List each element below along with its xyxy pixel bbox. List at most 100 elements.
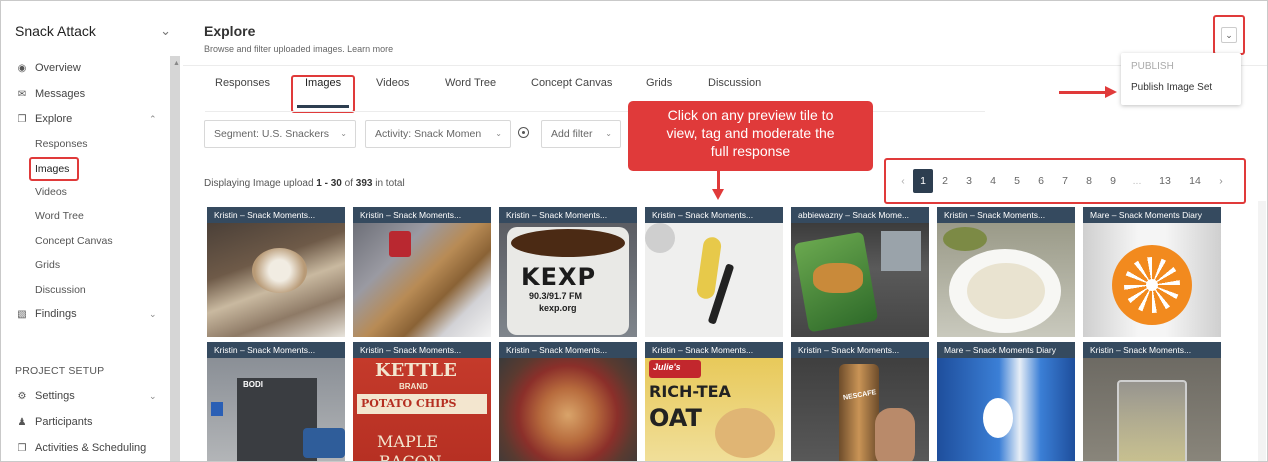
tab-discussion[interactable]: Discussion: [708, 77, 761, 89]
next-page-button[interactable]: ›: [1213, 169, 1229, 193]
sidebar-subitem-discussion[interactable]: Discussion: [35, 282, 86, 298]
page-button-14[interactable]: 14: [1187, 169, 1203, 193]
tile-caption: Kristin – Snack Moments...: [353, 207, 491, 223]
tile-thumbnail: [937, 358, 1075, 461]
tile-thumbnail: Julie's RICH-TEA OAT: [645, 358, 783, 461]
image-tile[interactable]: Kristin – Snack Moments...: [499, 342, 637, 461]
page-button-13[interactable]: 13: [1157, 169, 1173, 193]
sidebar-subitem-word-tree[interactable]: Word Tree: [35, 208, 84, 224]
sidebar-item-settings[interactable]: ⚙ Settings: [15, 388, 75, 404]
copy-icon: ❐: [17, 114, 27, 125]
page-button-6[interactable]: 6: [1033, 169, 1049, 193]
page-button-2[interactable]: 2: [937, 169, 953, 193]
sidebar-item-overview[interactable]: ◉ Overview: [15, 60, 81, 76]
tile-thumbnail: KETTLE BRAND POTATO CHIPS MAPLE BACON: [353, 358, 491, 461]
tile-thumbnail: [1083, 358, 1221, 461]
sidebar: Snack Attack ⌄ ◉ Overview ✉ Messages ❐ Expl…: [1, 1, 183, 461]
results-count: Displaying Image upload 1 - 30 of 393 in…: [204, 178, 405, 189]
tab-responses[interactable]: Responses: [215, 77, 270, 89]
clear-filter-icon[interactable]: [518, 127, 529, 138]
sidebar-item-findings[interactable]: ▧ Findings: [15, 306, 76, 322]
image-tile[interactable]: Kristin – Snack Moments... Julie's RICH-…: [645, 342, 783, 461]
page-button-7[interactable]: 7: [1057, 169, 1073, 193]
image-tile[interactable]: Kristin – Snack Moments... KEXP 90.3/91.…: [499, 207, 637, 337]
sidebar-item-participants[interactable]: ♟ Participants: [15, 414, 93, 430]
image-tile[interactable]: Kristin – Snack Moments... BODI: [207, 342, 345, 461]
publish-menu: PUBLISH Publish Image Set: [1121, 53, 1241, 105]
instruction-callout: Click on any preview tile to view, tag a…: [628, 101, 873, 171]
learn-more-link[interactable]: Learn more: [347, 44, 393, 54]
tab-concept-canvas[interactable]: Concept Canvas: [531, 77, 612, 89]
sidebar-subitem-responses[interactable]: Responses: [35, 136, 88, 152]
activity-filter-select[interactable]: Activity: Snack Momen ⌄: [365, 120, 511, 148]
chevron-down-icon: ⌄: [1221, 27, 1237, 43]
page-ellipsis: ...: [1132, 175, 1142, 187]
tab-grids[interactable]: Grids: [646, 77, 672, 89]
image-tile[interactable]: Kristin – Snack Moments... NESCAFE: [791, 342, 929, 461]
envelope-icon: ✉: [17, 89, 27, 100]
chevron-up-icon[interactable]: ⌃: [149, 114, 157, 125]
sidebar-item-explore[interactable]: ❐ Explore: [15, 111, 73, 127]
tile-thumbnail: [645, 223, 783, 337]
content-scrollbar[interactable]: [1258, 201, 1266, 461]
tile-thumbnail: BODI: [207, 358, 345, 461]
image-tile[interactable]: Kristin – Snack Moments...: [937, 207, 1075, 337]
sidebar-scrollbar[interactable]: [170, 56, 180, 461]
image-tile[interactable]: Kristin – Snack Moments...: [207, 207, 345, 337]
project-setup-heading: PROJECT SETUP: [15, 365, 105, 377]
segment-filter-select[interactable]: Segment: U.S. Snackers ⌄: [204, 120, 356, 148]
project-name: Snack Attack: [15, 23, 96, 39]
main-content: Explore Browse and filter uploaded image…: [183, 1, 1267, 461]
chevron-down-icon: ⌄: [495, 129, 502, 138]
image-tile[interactable]: Kristin – Snack Moments... KETTLE BRAND …: [353, 342, 491, 461]
chevron-down-icon: ⌄: [605, 129, 612, 138]
tab-word-tree[interactable]: Word Tree: [445, 77, 496, 89]
tile-thumbnail: [937, 223, 1075, 337]
tile-thumbnail: [499, 358, 637, 461]
page-button-5[interactable]: 5: [1009, 169, 1025, 193]
publish-dropdown-button[interactable]: ⌄: [1213, 15, 1245, 55]
tile-caption: Kristin – Snack Moments...: [207, 207, 345, 223]
sidebar-item-messages[interactable]: ✉ Messages: [15, 86, 85, 102]
project-switcher[interactable]: Snack Attack ⌄: [15, 23, 175, 41]
tile-thumbnail: [353, 223, 491, 337]
chevron-down-icon[interactable]: ⌄: [149, 309, 157, 320]
tile-thumbnail: [1083, 223, 1221, 337]
tile-caption: Kristin – Snack Moments...: [645, 342, 783, 358]
image-tile[interactable]: Mare – Snack Moments Diary: [1083, 207, 1221, 337]
page-button-8[interactable]: 8: [1081, 169, 1097, 193]
page-button-4[interactable]: 4: [985, 169, 1001, 193]
image-tile[interactable]: Mare – Snack Moments Diary: [937, 342, 1075, 461]
chevron-down-icon[interactable]: ⌄: [149, 391, 157, 402]
tile-caption: Mare – Snack Moments Diary: [937, 342, 1075, 358]
image-tile[interactable]: Kristin – Snack Moments...: [353, 207, 491, 337]
chevron-down-icon: ⌄: [160, 23, 171, 38]
image-tile[interactable]: abbiewazny – Snack Mome...: [791, 207, 929, 337]
tile-caption: Kristin – Snack Moments...: [353, 342, 491, 358]
tab-videos[interactable]: Videos: [376, 77, 409, 89]
image-tile[interactable]: Kristin – Snack Moments...: [645, 207, 783, 337]
tile-caption: abbiewazny – Snack Mome...: [791, 207, 929, 223]
sidebar-active-highlight: [29, 157, 79, 181]
add-filter-select[interactable]: Add filter ⌄: [541, 120, 621, 148]
publish-image-set-item[interactable]: Publish Image Set: [1131, 82, 1212, 93]
dashboard-icon: ◉: [17, 63, 27, 74]
tile-caption: Kristin – Snack Moments...: [499, 207, 637, 223]
page-button-1[interactable]: 1: [913, 169, 933, 193]
tile-caption: Kristin – Snack Moments...: [207, 342, 345, 358]
prev-page-button[interactable]: ‹: [895, 169, 911, 193]
tile-thumbnail: KEXP 90.3/91.7 FM kexp.org: [499, 223, 637, 337]
tile-caption: Kristin – Snack Moments...: [645, 207, 783, 223]
gear-icon: ⚙: [17, 391, 27, 402]
sidebar-subitem-videos[interactable]: Videos: [35, 184, 67, 200]
sidebar-subitem-grids[interactable]: Grids: [35, 257, 60, 273]
copy-icon: ❐: [17, 443, 27, 454]
page-button-3[interactable]: 3: [961, 169, 977, 193]
callout-arrow-head: [712, 189, 724, 200]
sidebar-item-activities[interactable]: ❐ Activities & Scheduling: [15, 440, 147, 456]
scroll-up-icon[interactable]: ▲: [173, 60, 180, 67]
image-tile[interactable]: Kristin – Snack Moments...: [1083, 342, 1221, 461]
sidebar-subitem-concept-canvas[interactable]: Concept Canvas: [35, 233, 113, 249]
page-button-9[interactable]: 9: [1105, 169, 1121, 193]
publish-menu-heading: PUBLISH: [1131, 61, 1174, 72]
